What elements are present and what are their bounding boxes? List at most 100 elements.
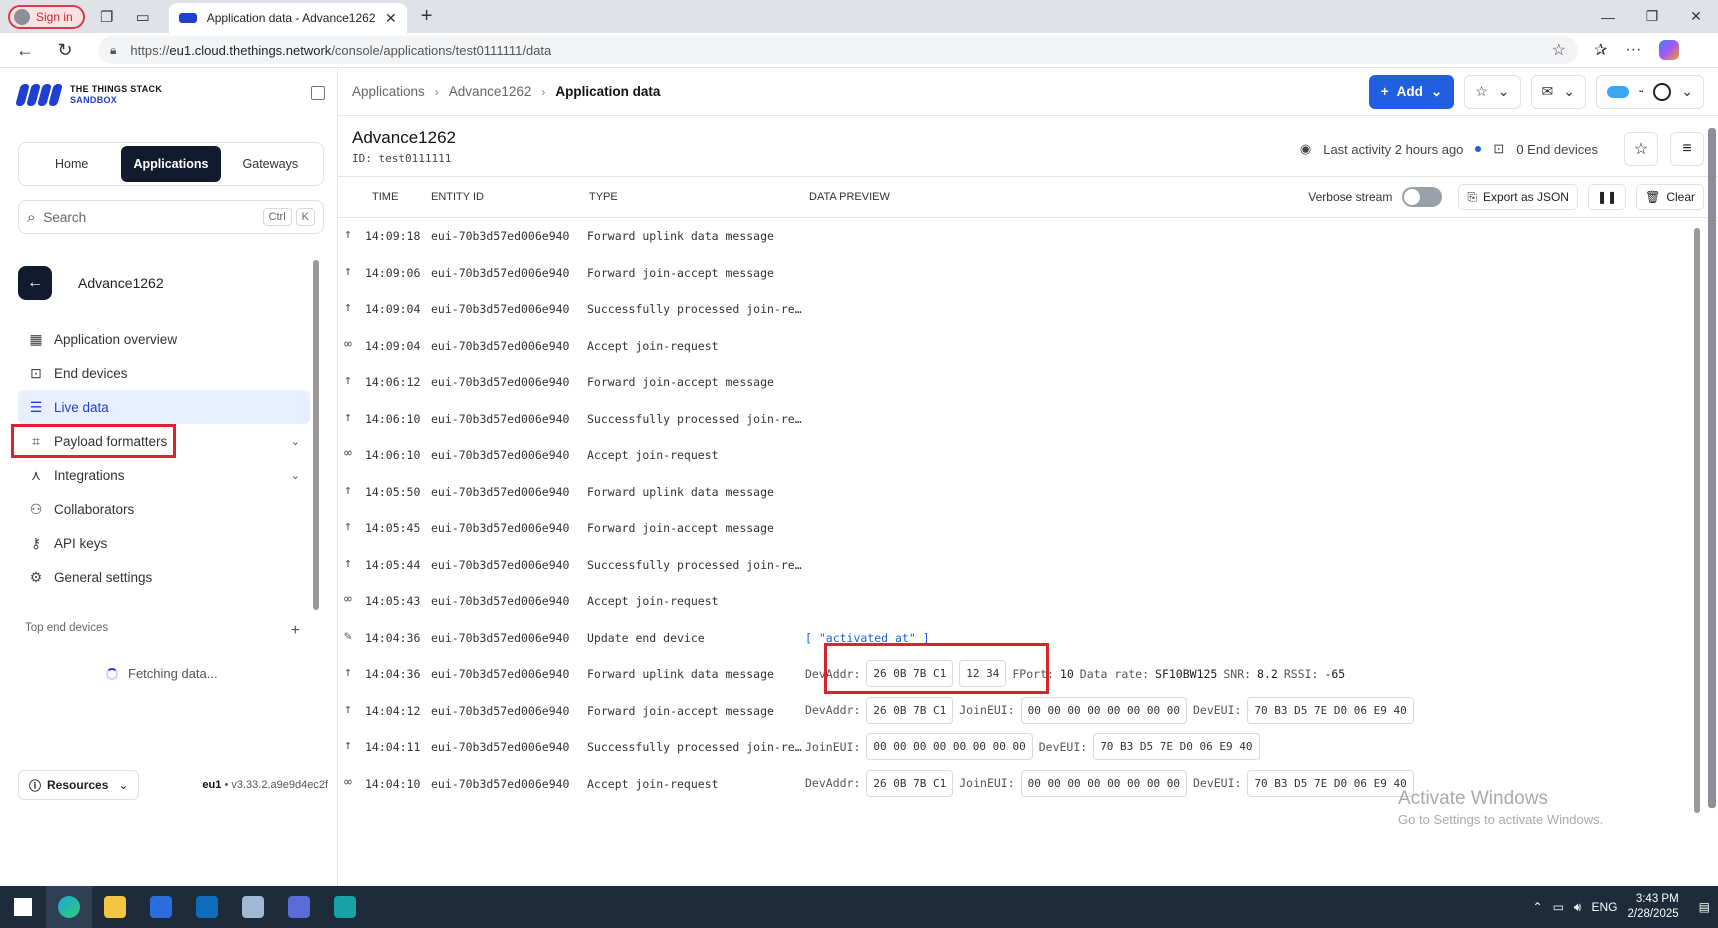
preview-chip[interactable]: 00 00 00 00 00 00 00 00 <box>1020 769 1187 797</box>
tab-actions-icon[interactable]: ▭ <box>129 3 157 31</box>
end-devices-count[interactable]: 0 End devices <box>1516 142 1598 157</box>
pause-button[interactable]: ❚❚ <box>1587 184 1627 210</box>
reload-icon[interactable]: ↻ <box>48 35 82 65</box>
taskbar-outlook[interactable] <box>184 886 230 928</box>
chevron-up-icon[interactable]: ⌃ <box>1533 900 1543 914</box>
table-row[interactable]: ↑ 14:06:10 eui-70b3d57ed006e940 Successf… <box>338 401 1718 438</box>
favorites-icon[interactable]: ✰ <box>1594 40 1607 60</box>
minimize-icon[interactable]: — <box>1586 0 1630 33</box>
volume-icon[interactable]: 🔊︎ <box>1574 900 1582 915</box>
chevron-down-icon: ⌄ <box>1681 83 1693 99</box>
event-list-scrollbar[interactable] <box>1694 228 1700 813</box>
row-time: 14:09:04 <box>365 302 421 316</box>
users-icon: ⚇ <box>29 500 43 517</box>
notifications-icon[interactable]: ▤ <box>1699 900 1710 914</box>
notifications-button[interactable]: ✉ ⌄ <box>1530 74 1586 109</box>
menu-button[interactable]: ≡ <box>1670 132 1704 166</box>
row-entity: eui-70b3d57ed006e940 <box>431 703 570 718</box>
account-button[interactable]: ▪▪ ⌄ <box>1596 74 1704 109</box>
star-button[interactable]: ☆ <box>1624 132 1658 166</box>
table-row[interactable]: ↑ 14:04:12 eui-70b3d57ed006e940 Forward … <box>338 693 1718 730</box>
table-row[interactable]: ↑ 14:05:45 eui-70b3d57ed006e940 Forward … <box>338 510 1718 547</box>
table-row[interactable]: ↑ 14:09:18 eui-70b3d57ed006e940 Forward … <box>338 218 1718 255</box>
preview-key: DevAddr: <box>805 703 861 717</box>
collections-icon[interactable]: ❐ <box>93 3 121 31</box>
table-row[interactable]: ∞ 14:09:04 eui-70b3d57ed006e940 Accept j… <box>338 328 1718 365</box>
preview-chip[interactable]: 70 B3 D5 7E D0 06 E9 40 <box>1093 733 1260 760</box>
table-row[interactable]: ↑ 14:05:50 eui-70b3d57ed006e940 Forward … <box>338 474 1718 511</box>
taskbar-explorer[interactable] <box>92 886 138 928</box>
clear-button[interactable]: 🗑︎ Clear <box>1636 184 1704 210</box>
add-button[interactable]: + Add ⌄ <box>1368 74 1455 109</box>
export-json-button[interactable]: ⎘ Export as JSON <box>1458 184 1578 210</box>
preview-chip[interactable]: 26 0B 7B C1 <box>866 769 954 797</box>
table-row[interactable]: ↑ 14:06:12 eui-70b3d57ed006e940 Forward … <box>338 364 1718 401</box>
preview-chip[interactable]: 00 00 00 00 00 00 00 00 <box>866 733 1033 760</box>
row-entity: eui-70b3d57ed006e940 <box>431 411 570 426</box>
logo[interactable]: THE THINGS STACK SANDBOX <box>15 84 162 106</box>
table-row[interactable]: ∞ 14:05:43 eui-70b3d57ed006e940 Accept j… <box>338 583 1718 620</box>
language-indicator[interactable]: ENG <box>1591 900 1617 914</box>
uplink-arrow-icon: ↑ <box>344 482 352 498</box>
row-type: Forward join-accept message <box>587 375 774 389</box>
url-field[interactable]: 🔒︎ https:// eu1.cloud.thethings.network … <box>98 36 1578 64</box>
taskbar-store[interactable] <box>138 886 184 928</box>
row-entity: eui-70b3d57ed006e940 <box>431 302 570 316</box>
row-type: Forward uplink data message <box>587 667 774 681</box>
preview-chip[interactable]: 70 B3 D5 7E D0 06 E9 40 <box>1247 769 1414 797</box>
sidebar-scrollbar[interactable] <box>313 248 319 668</box>
breadcrumb-app[interactable]: Advance1262 <box>449 84 532 99</box>
favorite-star-icon[interactable]: ☆ <box>1552 40 1566 60</box>
browser-tab-active[interactable]: Application data - Advance1262 - ✕ <box>168 3 407 33</box>
start-button[interactable] <box>0 886 46 928</box>
row-preview: JoinEUI: 00 00 00 00 00 00 00 00 DevEUI:… <box>805 733 1260 760</box>
resources-button[interactable]: ⓘ Resources ⌄ <box>18 770 140 800</box>
close-tab-icon[interactable]: ✕ <box>385 10 397 27</box>
page-scrollbar[interactable] <box>1708 128 1716 808</box>
copilot-icon[interactable] <box>1659 40 1680 60</box>
more-menu-icon[interactable]: ··· <box>1625 41 1641 59</box>
preview-chip[interactable]: 26 0B 7B C1 <box>866 696 954 724</box>
sidebar-item-api-keys[interactable]: ⚷ API keys <box>18 526 310 560</box>
row-type: Successfully processed join-re… <box>587 411 802 426</box>
table-row[interactable]: ↑ 14:05:44 eui-70b3d57ed006e940 Successf… <box>338 547 1718 584</box>
taskbar-app5[interactable] <box>230 886 276 928</box>
system-tray: ⌃ ▭ 🔊︎ ENG 3:43 PM 2/28/2025 ▤ <box>1533 892 1718 922</box>
signin-button[interactable]: Sign in <box>8 4 85 29</box>
preview-chip[interactable]: 00 00 00 00 00 00 00 00 <box>1020 696 1187 724</box>
taskbar-edge[interactable] <box>46 886 92 928</box>
clock[interactable]: 3:43 PM 2/28/2025 <box>1627 892 1678 922</box>
sidebar-item-label: General settings <box>54 569 153 585</box>
close-window-icon[interactable]: ✕ <box>1674 0 1718 33</box>
add-icon[interactable]: + <box>291 622 300 640</box>
breadcrumb-applications[interactable]: Applications <box>352 84 425 99</box>
switcher-home[interactable]: Home <box>22 146 121 182</box>
sidebar-item-overview[interactable]: ▦ Application overview <box>18 322 310 356</box>
table-row[interactable]: ↑ 14:04:11 eui-70b3d57ed006e940 Successf… <box>338 729 1718 766</box>
switcher-applications[interactable]: Applications <box>121 146 221 182</box>
sidebar-item-end-devices[interactable]: ⊡ End devices <box>18 356 310 390</box>
collapse-sidebar-icon[interactable] <box>311 86 325 100</box>
bookmarks-button[interactable]: ☆ ⌄ <box>1464 74 1521 109</box>
new-tab-icon[interactable]: + <box>421 5 433 28</box>
back-arrow-icon[interactable]: ← <box>8 35 42 65</box>
taskbar-app6[interactable] <box>276 886 322 928</box>
chevron-down-icon: ⌄ <box>290 469 300 482</box>
back-button[interactable]: ← <box>18 266 52 300</box>
switcher-gateways[interactable]: Gateways <box>221 146 320 182</box>
taskbar-arduino[interactable] <box>322 886 368 928</box>
sidebar-item-integrations[interactable]: ⋏ Integrations ⌄ <box>18 458 310 492</box>
verbose-toggle[interactable] <box>1402 187 1443 207</box>
url-path: /console/applications/test0111111/data <box>331 42 552 58</box>
sidebar-item-collaborators[interactable]: ⚇ Collaborators <box>18 492 310 526</box>
search-input[interactable]: ⌕ Search Ctrl K <box>18 200 324 234</box>
table-row[interactable]: ∞ 14:06:10 eui-70b3d57ed006e940 Accept j… <box>338 437 1718 474</box>
sidebar-item-general-settings[interactable]: ⚙ General settings <box>18 560 310 594</box>
network-icon[interactable]: ▭ <box>1553 900 1564 914</box>
row-entity: eui-70b3d57ed006e940 <box>431 338 570 353</box>
table-row[interactable]: ↑ 14:09:06 eui-70b3d57ed006e940 Forward … <box>338 255 1718 292</box>
sidebar-item-live-data[interactable]: ☰ Live data <box>18 390 310 424</box>
preview-chip[interactable]: 70 B3 D5 7E D0 06 E9 40 <box>1247 696 1414 724</box>
table-row[interactable]: ↑ 14:09:04 eui-70b3d57ed006e940 Successf… <box>338 291 1718 328</box>
restore-icon[interactable]: ❐ <box>1630 0 1674 33</box>
